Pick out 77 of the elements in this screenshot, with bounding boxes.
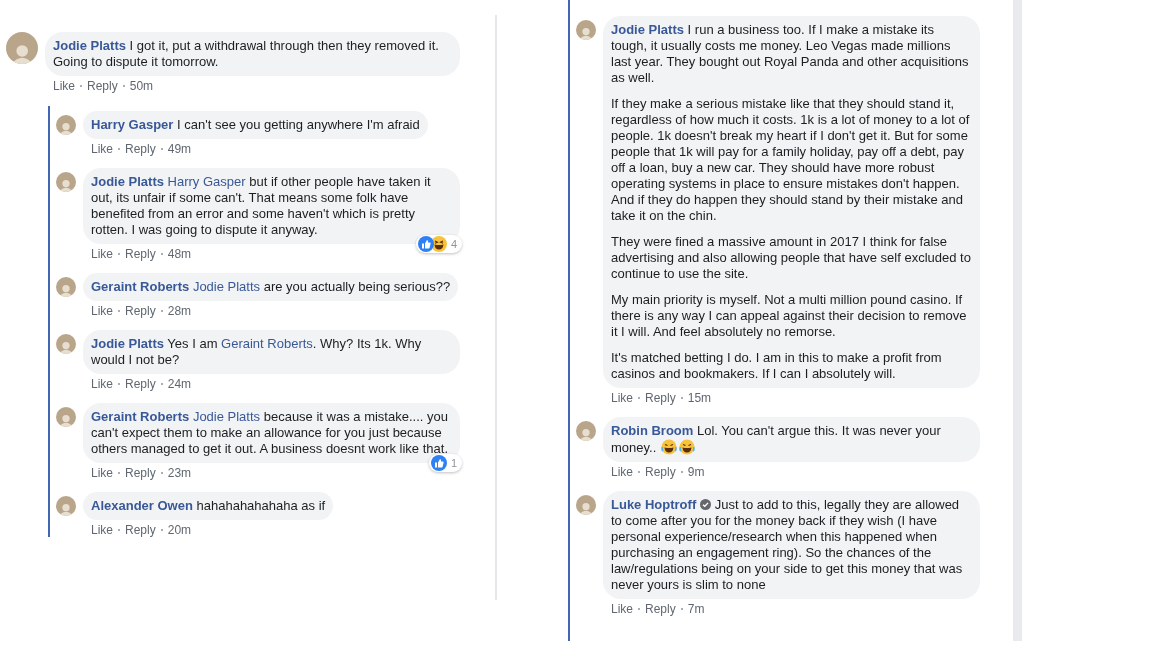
reaction-count: 4 [450, 237, 458, 252]
timestamp: 23m [167, 466, 192, 480]
like-link[interactable]: Like [611, 602, 633, 616]
mention-link[interactable]: Harry Gasper [167, 174, 246, 189]
like-link[interactable]: Like [91, 466, 113, 480]
avatar[interactable] [56, 172, 76, 192]
reply-link[interactable]: Reply [125, 304, 156, 318]
verified-badge-icon [700, 499, 712, 510]
laughing-emoji-icon [660, 439, 677, 455]
timestamp: 48m [167, 247, 192, 261]
avatar[interactable] [576, 495, 596, 515]
timestamp: 20m [167, 523, 192, 537]
comment-text: They were fined a massive amount in 2017 I think for false advertising and also allowing people that have self excluded to continue to use the site. [611, 234, 972, 282]
like-link[interactable]: Like [53, 79, 75, 93]
like-link[interactable]: Like [91, 142, 113, 156]
comment-text: Alexander Owen hahahahahahaha as if [91, 498, 326, 514]
avatar[interactable] [56, 496, 76, 516]
avatar[interactable] [576, 20, 596, 40]
author-link[interactable]: Geraint Roberts [91, 409, 190, 424]
comment-text: Harry Gasper I can't see you getting anywhere I'm afraid [91, 117, 420, 133]
avatar[interactable] [56, 115, 76, 135]
author-link[interactable]: Jodie Platts [91, 174, 164, 189]
author-link[interactable]: Robin Broom [611, 423, 694, 438]
like-link[interactable]: Like [91, 523, 113, 537]
comment-text: Jodie Platts I run a business too. If I make a mistake its tough, it usually costs me money. Leo Vegas made millions last year. They bought out Royal Panda and other acquisitions as well. [611, 22, 970, 86]
author-link[interactable]: Jodie Platts [611, 22, 684, 37]
author-link[interactable]: Jodie Platts [53, 38, 126, 53]
like-link[interactable]: Like [611, 391, 633, 405]
timestamp: 7m [687, 602, 705, 616]
reply-link[interactable]: Reply [87, 79, 118, 93]
reply-link[interactable]: Reply [645, 391, 676, 405]
mention-link[interactable]: Jodie Platts [192, 409, 261, 424]
mention-link[interactable]: Geraint Roberts [221, 336, 313, 351]
reaction-count: 1 [450, 456, 458, 471]
timestamp: 50m [129, 79, 154, 93]
comment-text: Jodie Platts I got it, put a withdrawal through then they removed it. Going to dispute it tomorrow. [53, 38, 440, 70]
timestamp: 49m [167, 142, 192, 156]
avatar[interactable] [576, 421, 596, 441]
author-link[interactable]: Geraint Roberts [91, 279, 190, 294]
like-link[interactable]: Like [91, 247, 113, 261]
timestamp: 15m [687, 391, 712, 405]
author-link[interactable]: Jodie Platts [91, 336, 164, 351]
reply-link[interactable]: Reply [645, 602, 676, 616]
comment-text: It's matched betting I do. I am in this to make a profit from casinos and bookmakers. If I can I absolutely will. [611, 350, 943, 382]
author-link[interactable]: Luke Hoptroff [611, 497, 697, 512]
reply-link[interactable]: Reply [645, 465, 676, 479]
reply-link[interactable]: Reply [125, 247, 156, 261]
comment-text: My main priority is myself. Not a multi million pound casino. If there is any way I can appeal against their decision to remove it I will. And feel absolutely no remorse. [611, 292, 968, 340]
avatar[interactable] [6, 32, 38, 64]
laughing-emoji-icon [678, 439, 695, 455]
like-link[interactable]: Like [91, 377, 113, 391]
laughing-face-icon [430, 236, 447, 252]
comment-text: Geraint Roberts Jodie Platts are you actually being serious?? [91, 279, 451, 295]
reply-link[interactable]: Reply [125, 523, 156, 537]
mention-link[interactable]: Jodie Platts [192, 279, 261, 294]
comment-text: Jodie Platts Yes I am Geraint Roberts. Why? Its 1k. Why would I not be? [91, 336, 423, 368]
reply-link[interactable]: Reply [125, 377, 156, 391]
reply-link[interactable]: Reply [125, 142, 156, 156]
author-link[interactable]: Alexander Owen [91, 498, 193, 513]
like-link[interactable]: Like [91, 304, 113, 318]
thumbs-up-icon [417, 236, 434, 252]
comment-text: If they make a serious mistake like that they should stand it, regardless of how much it costs. 1k is a lot of money to a lot of people. 1k doesn't break my heart if I don't get it. But for some people that 1k will pay for a family holiday, pay off a debt, pay off a loan, buy a new car. They should have more robust operating systems in place to ensure mistakes don't happen. And if they do happen they should stand by their mistake and take it on the chin. [611, 96, 971, 224]
comment-text: Robin Broom Lol. You can't argue this. It was never your money.. [611, 423, 942, 456]
avatar[interactable] [56, 277, 76, 297]
reaction-badge[interactable]: 1 [428, 454, 462, 472]
avatar[interactable] [56, 334, 76, 354]
comment-text: Jodie Platts Harry Gasper but if other people have taken it out, its unfair if some can't. That means some folk have benefited from an error and some haven't which is pretty rotten. I was going to dispute it anyway. [91, 174, 432, 238]
comment-text: Geraint Roberts Jodie Platts because it was a mistake.... you can't expect them to make an allowance for you just because others managed to get it out. A business doesnt work like that. [91, 409, 449, 457]
author-link[interactable]: Harry Gasper [91, 117, 174, 132]
avatar[interactable] [56, 407, 76, 427]
timestamp: 28m [167, 304, 192, 318]
timestamp: 24m [167, 377, 192, 391]
timestamp: 9m [687, 465, 705, 479]
comment-text: Luke Hoptroff Just to add to this, legally they are allowed to come after you for the money back if they wish (I have personal experience/research when this happened when purchasing an engagement ring). So the chances of the law/regulations being on your side to get this money that was never yours is slim to none [611, 497, 964, 593]
reply-link[interactable]: Reply [125, 466, 156, 480]
like-link[interactable]: Like [611, 465, 633, 479]
thumbs-up-icon [430, 455, 447, 471]
